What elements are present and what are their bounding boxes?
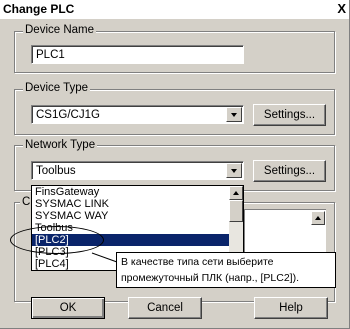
device-type-value: CS1G/CJ1G <box>36 109 100 121</box>
window-title: Change PLC <box>3 2 75 16</box>
list-item[interactable]: SYSMAC WAY <box>32 210 243 222</box>
list-item[interactable]: FinsGateway <box>32 186 243 198</box>
ok-button[interactable]: OK <box>31 297 105 319</box>
list-item[interactable]: SYSMAC LINK <box>32 198 243 210</box>
device-type-label: Device Type <box>23 82 91 94</box>
close-icon[interactable]: X <box>337 1 346 16</box>
list-item-selected[interactable]: [PLC2] <box>32 234 243 246</box>
device-name-label: Device Name <box>23 24 97 36</box>
instruction-callout: В качестве типа сети выберите промежуточ… <box>116 252 336 288</box>
network-type-settings-button[interactable]: Settings... <box>253 160 326 182</box>
callout-line-2: промежуточный ПЛК (напр., [PLC2]). <box>121 272 299 284</box>
cancel-button[interactable]: Cancel <box>128 297 202 319</box>
scroll-thumb[interactable] <box>229 200 243 222</box>
network-type-value: Toolbus <box>36 165 76 177</box>
help-button[interactable]: Help <box>254 297 328 319</box>
network-type-label: Network Type <box>23 139 98 151</box>
list-item[interactable]: Toolbus <box>32 222 243 234</box>
change-plc-dialog: Change PLC X Device Name PLC1 Device Typ… <box>0 0 350 329</box>
scroll-up-icon[interactable] <box>229 186 243 200</box>
title-bar: Change PLC X <box>0 0 349 19</box>
device-type-combobox[interactable]: CS1G/CJ1G <box>31 105 244 124</box>
chevron-down-icon[interactable] <box>226 163 242 178</box>
network-type-combobox[interactable]: Toolbus <box>31 161 244 180</box>
chevron-down-icon[interactable] <box>226 107 242 122</box>
callout-line-1: В качестве типа сети выберите <box>121 256 274 268</box>
device-type-settings-button[interactable]: Settings... <box>253 104 326 126</box>
scroll-up-button[interactable] <box>311 211 325 225</box>
device-name-input[interactable]: PLC1 <box>31 45 244 64</box>
